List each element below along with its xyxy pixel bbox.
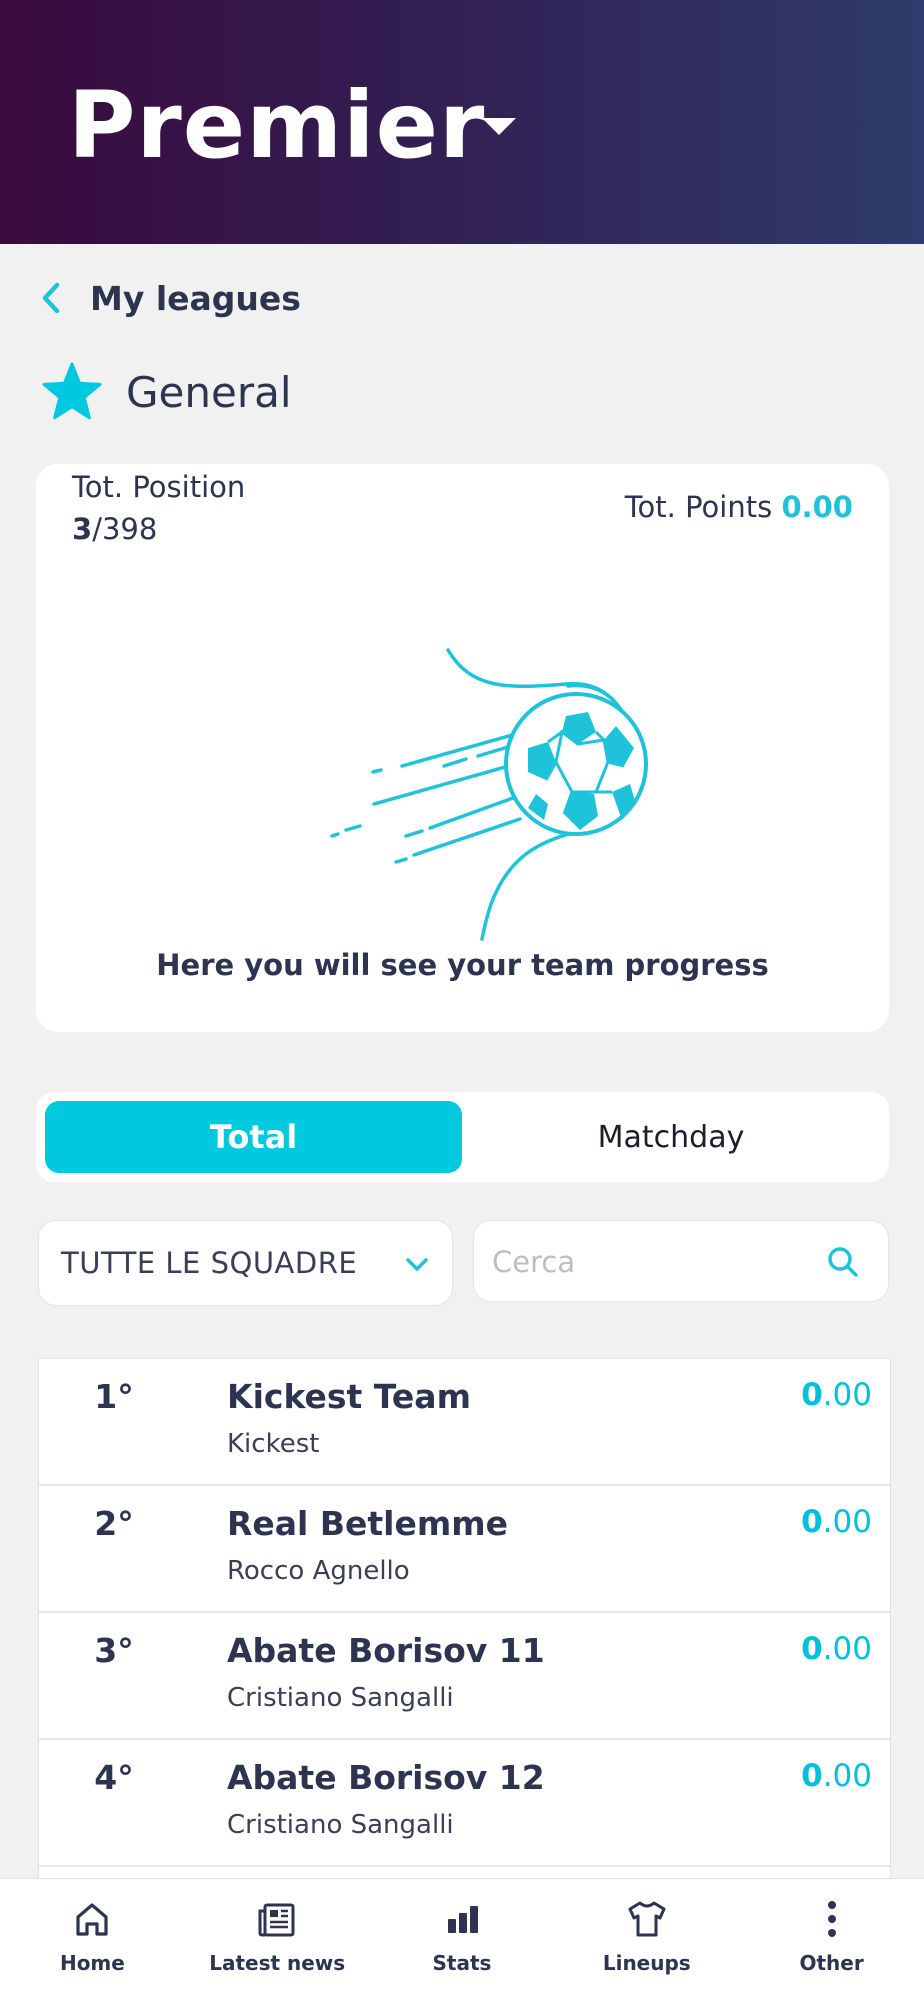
bottom-nav: Home Latest news Stats Lineups Other [0, 1878, 924, 2000]
shirt-icon [628, 1901, 666, 1937]
app-header: Premier [0, 0, 924, 244]
row-team-name: Kickest Team [227, 1377, 471, 1416]
nav-stats[interactable]: Stats [370, 1879, 555, 2000]
tab-total[interactable]: Total [45, 1101, 462, 1173]
nav-lineups-label: Lineups [602, 1951, 691, 1975]
search-box [473, 1220, 889, 1302]
row-score-int: 0 [801, 1377, 823, 1413]
row-score-int: 0 [801, 1758, 823, 1794]
more-icon [827, 1901, 836, 1937]
search-input[interactable] [492, 1235, 812, 1289]
row-team-name: Abate Borisov 12 [227, 1758, 545, 1797]
nav-other[interactable]: Other [739, 1879, 924, 2000]
row-score: 0.00 [801, 1377, 872, 1413]
position-rank: 3 [72, 512, 93, 546]
team-filter-select[interactable]: TUTTE LE SQUADRE [38, 1220, 453, 1306]
star-icon [42, 362, 102, 420]
row-owner: Kickest [227, 1429, 320, 1459]
row-score-int: 0 [801, 1631, 823, 1667]
home-icon [76, 1903, 108, 1936]
table-row[interactable]: 4° Abate Borisov 12 Cristiano Sangalli 0… [39, 1740, 890, 1867]
row-rank: 3° [94, 1631, 134, 1670]
chevron-left-icon[interactable] [40, 276, 70, 320]
row-score: 0.00 [801, 1504, 872, 1540]
section-title: General [126, 367, 292, 417]
news-icon [258, 1903, 295, 1937]
summary-card: Tot. Position 3/398 Tot. Points 0.00 Her… [36, 464, 889, 1032]
section-header: General [40, 360, 292, 424]
nav-latest-news[interactable]: Latest news [185, 1879, 370, 2000]
nav-stats-label: Stats [432, 1951, 492, 1975]
table-row[interactable]: 3° Abate Borisov 11 Cristiano Sangalli 0… [39, 1613, 890, 1740]
nav-home-label: Home [59, 1951, 125, 1975]
row-rank: 2° [94, 1504, 134, 1543]
nav-home[interactable]: Home [0, 1879, 185, 2000]
row-team-name: Real Betlemme [227, 1504, 509, 1543]
position-total: /398 [92, 512, 158, 546]
stats-icon [447, 1906, 478, 1933]
tab-matchday[interactable]: Matchday [462, 1101, 880, 1173]
points-summary: Tot. Points 0.00 [625, 490, 853, 524]
row-team-name: Abate Borisov 11 [227, 1631, 545, 1670]
table-row[interactable]: 1° Kickest Team Kickest 0.00 [39, 1359, 890, 1486]
search-icon[interactable] [826, 1245, 860, 1279]
back-to-my-leagues[interactable]: My leagues [40, 276, 301, 320]
position-value: 3/398 [72, 512, 157, 546]
row-score: 0.00 [801, 1758, 872, 1794]
row-rank: 1° [94, 1377, 134, 1416]
chevron-down-icon [406, 1258, 428, 1271]
row-rank: 4° [94, 1758, 134, 1797]
row-owner: Rocco Agnello [227, 1556, 410, 1586]
nav-lineups[interactable]: Lineups [554, 1879, 739, 2000]
position-label: Tot. Position [72, 470, 246, 504]
row-owner: Cristiano Sangalli [227, 1683, 454, 1713]
league-title[interactable]: Premier [68, 72, 485, 179]
points-value: 0.00 [781, 490, 853, 524]
standings-tabs: Total Matchday [36, 1092, 889, 1182]
row-score-dec: .00 [822, 1758, 872, 1794]
empty-progress-message: Here you will see your team progress [156, 948, 769, 982]
back-label[interactable]: My leagues [90, 279, 301, 318]
row-score-int: 0 [801, 1504, 823, 1540]
nav-other-label: Other [799, 1951, 864, 1975]
caret-down-icon[interactable] [482, 118, 516, 135]
row-score-dec: .00 [822, 1377, 872, 1413]
row-score: 0.00 [801, 1631, 872, 1667]
soccer-ball-illustration [330, 648, 648, 941]
points-label: Tot. Points [624, 490, 773, 524]
row-owner: Cristiano Sangalli [227, 1810, 454, 1840]
nav-latest-news-label: Latest news [209, 1951, 346, 1975]
table-row[interactable]: 2° Real Betlemme Rocco Agnello 0.00 [39, 1486, 890, 1613]
row-score-dec: .00 [822, 1504, 872, 1540]
team-filter-value: TUTTE LE SQUADRE [61, 1246, 358, 1280]
row-score-dec: .00 [822, 1631, 872, 1667]
